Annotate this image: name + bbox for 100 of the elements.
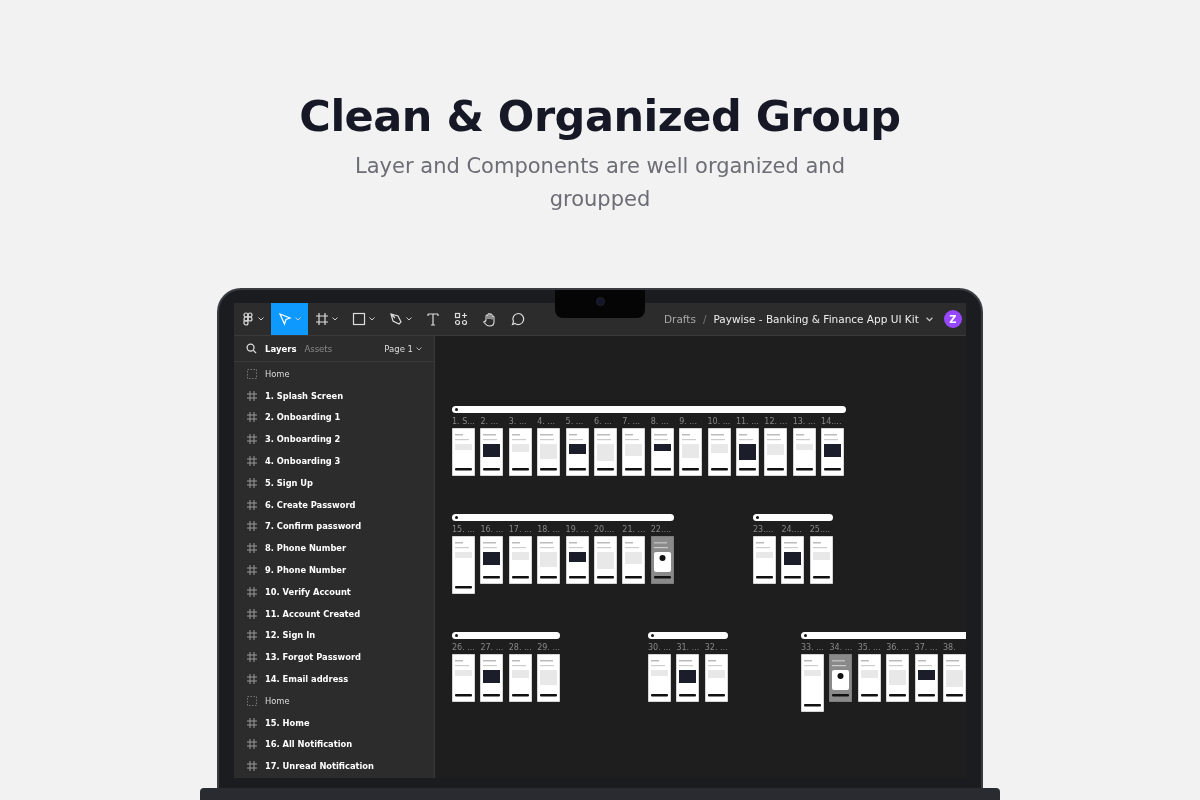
screen-thumbnail[interactable] (537, 536, 561, 584)
frame-label[interactable]: 34. ... (829, 643, 853, 653)
layer-item[interactable]: 17. Unread Notification (234, 755, 434, 778)
frame-label[interactable]: 17. ... (508, 525, 532, 535)
frame-label[interactable]: 19. ... (565, 525, 589, 535)
frame-label[interactable]: 27. ... (480, 643, 504, 653)
frame-label[interactable]: 16. ... (480, 525, 504, 535)
screen-thumbnail[interactable] (622, 428, 646, 476)
screen-thumbnail[interactable] (452, 428, 475, 476)
frame-label[interactable]: 33. ... (801, 643, 824, 653)
layer-item[interactable]: Home (234, 689, 434, 712)
screen-thumbnail[interactable] (676, 654, 700, 702)
layer-item[interactable]: 14. Email address (234, 668, 434, 690)
layer-item[interactable]: 6. Create Password (234, 493, 434, 516)
layer-item[interactable]: 11. Account Created (234, 602, 434, 625)
frame-label[interactable]: 12. ... (764, 417, 788, 427)
screen-thumbnail[interactable] (735, 428, 759, 476)
layer-item[interactable]: 9. Phone Number (234, 559, 434, 581)
frame-label[interactable]: 2. ... (480, 417, 504, 427)
frame-label[interactable]: 22.... (650, 525, 674, 535)
screen-thumbnail[interactable] (707, 428, 731, 476)
frame-label[interactable]: 20.... (593, 525, 617, 535)
frame-label[interactable]: 23.... (753, 525, 776, 535)
layer-item[interactable]: 2. Onboarding 1 (234, 406, 434, 429)
screen-thumbnail[interactable] (650, 536, 674, 584)
screen-thumbnail[interactable] (781, 536, 805, 584)
frame-label[interactable]: 13. ... (792, 417, 816, 427)
layer-item[interactable]: 13. Forgot Password (234, 646, 434, 669)
screen-thumbnail[interactable] (537, 428, 561, 476)
page-dropdown[interactable]: Page 1 (384, 343, 422, 354)
screen-thumbnail[interactable] (648, 654, 671, 702)
screen-thumbnail[interactable] (480, 428, 504, 476)
frame-label[interactable]: 18. ... (537, 525, 561, 535)
section-header-bar[interactable] (648, 632, 728, 639)
layer-item[interactable]: 3. Onboarding 2 (234, 428, 434, 451)
screen-thumbnail[interactable] (886, 654, 910, 702)
file-title[interactable]: Paywise - Banking & Finance App UI Kit (713, 313, 919, 325)
layer-item[interactable]: 15. Home (234, 711, 434, 734)
screen-thumbnail[interactable] (593, 536, 617, 584)
screen-thumbnail[interactable] (914, 654, 938, 702)
frame-label[interactable]: 9. ... (679, 417, 703, 427)
layer-item[interactable]: 5. Sign Up (234, 472, 434, 494)
frame-label[interactable]: 11. ... (735, 417, 759, 427)
frame-label[interactable]: 36. ... (886, 643, 910, 653)
screen-thumbnail[interactable] (857, 654, 881, 702)
frame-label[interactable]: 37. ... (914, 643, 938, 653)
frame-label[interactable]: 35. ... (857, 643, 881, 653)
frame-label[interactable]: 4. ... (537, 417, 561, 427)
screen-thumbnail[interactable] (801, 654, 824, 712)
screen-thumbnail[interactable] (792, 428, 816, 476)
screen-thumbnail[interactable] (942, 654, 966, 702)
layer-item[interactable]: 10. Verify Account (234, 580, 434, 603)
panel-tab[interactable]: Layers (265, 343, 297, 354)
frame-label[interactable]: 24.... (781, 525, 805, 535)
frame-label[interactable]: 5. ... (565, 417, 589, 427)
section-header-bar[interactable] (452, 632, 560, 639)
screen-thumbnail[interactable] (480, 654, 504, 702)
frame-label[interactable]: 15. ... (452, 525, 475, 535)
screen-thumbnail[interactable] (650, 428, 674, 476)
screen-thumbnail[interactable] (508, 654, 532, 702)
layer-item[interactable]: 16. All Notification (234, 733, 434, 756)
frame-label[interactable]: 6. ... (593, 417, 617, 427)
frame-label[interactable]: 29. ... (537, 643, 561, 653)
screen-thumbnail[interactable] (679, 428, 703, 476)
frame-label[interactable]: 7. ... (622, 417, 646, 427)
screen-thumbnail[interactable] (508, 536, 532, 584)
frame-label[interactable]: 31. ... (676, 643, 700, 653)
section-header-bar[interactable] (753, 514, 833, 521)
frame-label[interactable]: 3. ... (508, 417, 532, 427)
panel-tab[interactable]: Assets (304, 343, 333, 354)
layer-item[interactable]: 7. Confirm password (234, 515, 434, 538)
screen-thumbnail[interactable] (704, 654, 728, 702)
screen-thumbnail[interactable] (593, 428, 617, 476)
screen-thumbnail[interactable] (565, 536, 589, 584)
screen-thumbnail[interactable] (508, 428, 532, 476)
layer-item[interactable]: 12. Sign In (234, 624, 434, 647)
frame-label[interactable]: 8. ... (650, 417, 674, 427)
screen-thumbnail[interactable] (622, 536, 646, 584)
screen-thumbnail[interactable] (809, 536, 833, 584)
breadcrumb-folder[interactable]: Drafts (664, 313, 696, 325)
frame-label[interactable]: 1. S... (452, 417, 475, 427)
screen-thumbnail[interactable] (829, 654, 853, 702)
frame-label[interactable]: 38. (942, 643, 966, 653)
layer-item[interactable]: Home (234, 363, 434, 385)
frame-label[interactable]: 25.... (809, 525, 833, 535)
screen-thumbnail[interactable] (753, 536, 776, 584)
frame-label[interactable]: 32. ... (704, 643, 728, 653)
frame-label[interactable]: 30. ... (648, 643, 671, 653)
screen-thumbnail[interactable] (480, 536, 504, 584)
screen-thumbnail[interactable] (565, 428, 589, 476)
screen-thumbnail[interactable] (764, 428, 788, 476)
screen-thumbnail[interactable] (452, 654, 475, 702)
frame-label[interactable]: 21. ... (622, 525, 646, 535)
layer-item[interactable]: 8. Phone Number (234, 537, 434, 560)
layer-item[interactable]: 1. Splash Screen (234, 384, 434, 407)
screen-thumbnail[interactable] (537, 654, 561, 702)
user-avatar[interactable]: Z (944, 310, 962, 328)
frame-label[interactable]: 10. ... (707, 417, 731, 427)
screen-thumbnail[interactable] (821, 428, 845, 476)
frame-label[interactable]: 14.... (821, 417, 845, 427)
